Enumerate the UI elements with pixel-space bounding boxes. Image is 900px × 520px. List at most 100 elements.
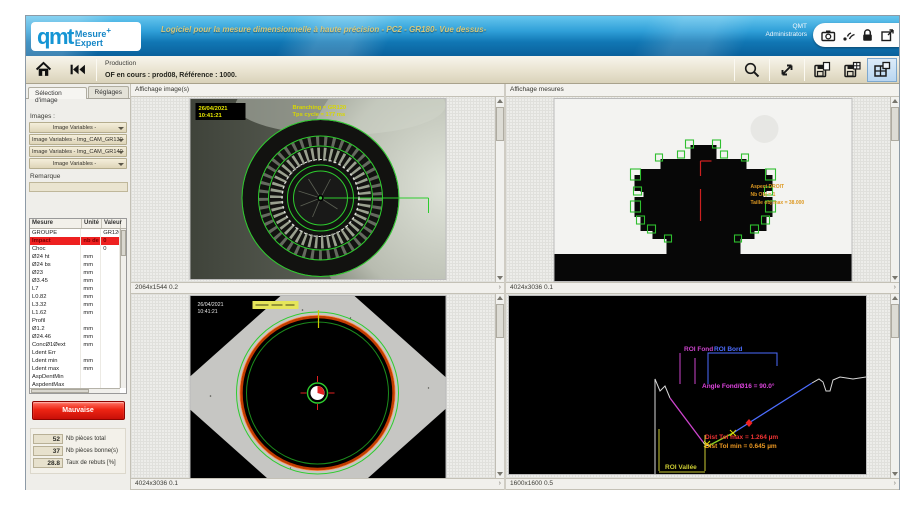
table-row[interactable]: Ldent Err — [30, 349, 120, 357]
left-sidebar: Sélection d'imageRéglages Images : Image… — [26, 84, 131, 490]
scroll-right-icon[interactable]: › — [499, 480, 501, 487]
lock-icon[interactable] — [860, 28, 875, 43]
chevron-down-icon — [118, 151, 124, 154]
table-row[interactable]: L1.62 mm — [30, 309, 120, 317]
scroll-right-icon[interactable]: › — [894, 284, 896, 291]
table-row[interactable]: L7 mm — [30, 285, 120, 293]
scroll-right-icon[interactable]: › — [894, 480, 896, 487]
measure-unit: nb de — [81, 237, 101, 245]
save-image-button[interactable] — [837, 58, 867, 82]
table-row[interactable]: Ldent min mm — [30, 357, 120, 365]
stat-value: 37 — [33, 446, 63, 456]
sidebar-tab[interactable]: Réglages — [88, 86, 129, 98]
scroll-down-icon[interactable] — [892, 276, 898, 280]
table-row[interactable]: Impact nb de 0 — [30, 237, 120, 245]
image-variable-select[interactable]: Image Variables - Img_CAM_GR140 — [29, 146, 127, 157]
viewer-vertical-scrollbar[interactable] — [495, 97, 504, 282]
scroll-up-icon[interactable] — [892, 99, 898, 103]
measure-value — [101, 309, 120, 317]
table-row[interactable]: Ldent max mm — [30, 365, 120, 373]
table-row[interactable]: GROUPE GR120 — [30, 229, 120, 237]
measure-name: Profil — [30, 317, 81, 325]
viewer-vertical-scrollbar[interactable] — [890, 294, 899, 479]
camera-viewer-top[interactable]: 26/04/2021 10:41:21 Branching = GR120 Tp… — [131, 97, 504, 282]
table-row[interactable]: Ø23 mm — [30, 269, 120, 277]
chevron-down-icon — [118, 127, 124, 130]
scroll-up-icon[interactable] — [497, 99, 503, 103]
table-vertical-scrollbar[interactable] — [120, 229, 126, 388]
scroll-down-icon[interactable] — [892, 472, 898, 476]
image-variable-select[interactable]: Image Variables - Img_CAM_GR130 — [29, 134, 127, 145]
scrollbar-thumb[interactable] — [496, 304, 504, 338]
status-bar-cam-bottom: 4024x3036 0.1 › — [131, 478, 504, 490]
toolbar-separator — [804, 59, 805, 81]
of-status-label: OF en cours : prod08, Référence : 1000. — [105, 71, 237, 81]
col-valeur[interactable]: Valeur — [102, 219, 121, 228]
timestamp-time: 10:41:21 — [197, 309, 217, 315]
scroll-right-icon[interactable]: › — [499, 284, 501, 291]
table-horizontal-scrollbar[interactable] — [30, 388, 120, 393]
scrollbar-thumb[interactable] — [31, 389, 89, 393]
table-row[interactable]: Ø1.2 mm — [30, 325, 120, 333]
scrollbar-thumb[interactable] — [496, 107, 504, 141]
scroll-down-icon[interactable] — [497, 472, 503, 476]
measure-unit: mm — [81, 269, 101, 277]
table-row[interactable]: Choc 0 — [30, 245, 120, 253]
overlay-branching: Branching = GR120 — [292, 105, 346, 111]
remark-input[interactable] — [29, 182, 128, 192]
camera-icon[interactable] — [821, 28, 836, 43]
home-button[interactable] — [26, 58, 60, 82]
remote-signal-icon[interactable] — [841, 28, 856, 43]
table-row[interactable]: Profil — [30, 317, 120, 325]
stat-row: 28.8 Taux de rebuts [%] — [33, 458, 123, 468]
external-window-icon[interactable] — [880, 28, 895, 43]
bad-part-button[interactable]: Mauvaise — [32, 401, 125, 420]
viewer-vertical-scrollbar[interactable] — [495, 294, 504, 479]
pan-zoom-arrows-button[interactable] — [772, 58, 802, 82]
roi-bord-label: ROI Bord — [714, 346, 743, 353]
table-row[interactable]: Ø24 bs mm — [30, 261, 120, 269]
measure-name: Ø1.2 — [30, 325, 81, 333]
table-row[interactable]: Ø24.46 mm — [30, 333, 120, 341]
multi-view-layout-button[interactable] — [867, 58, 897, 82]
table-row[interactable]: L3.32 mm — [30, 301, 120, 309]
table-row[interactable]: Ø3.45 mm — [30, 277, 120, 285]
angle-annotation: Angle Fond/Ø16 = 90.0° — [702, 382, 775, 390]
col-unite[interactable]: Unité — [82, 219, 102, 228]
production-status: Production OF en cours : prod08, Référen… — [105, 59, 237, 81]
camera-viewer-bottom[interactable]: 26/04/2021 10:41:21 — [131, 294, 504, 479]
measure-unit: mm — [81, 285, 101, 293]
stat-label: Nb pièces bonne(s) — [66, 448, 118, 454]
status-bar-measure-top: 4024x3036 0.1 › — [506, 282, 899, 294]
scrollbar-thumb[interactable] — [121, 230, 126, 256]
image-variable-list: Image Variables - Image Variables - Img_… — [26, 122, 130, 169]
save-report-button[interactable] — [807, 58, 837, 82]
measures-table-body: GROUPE GR120 Impact nb de 0 Choc — [30, 229, 120, 388]
stat-label: Nb pièces total — [66, 436, 106, 442]
image-variable-select[interactable]: Image Variables - — [29, 122, 127, 133]
search-button[interactable] — [737, 58, 767, 82]
dist-tol-min: Dist Tol min = 0.645 µm — [705, 443, 777, 450]
image-variable-select[interactable]: Image Variables - — [29, 158, 127, 169]
table-row[interactable]: ConcØ1Øext mm — [30, 341, 120, 349]
sidebar-tab[interactable]: Sélection d'image — [28, 87, 87, 99]
scroll-down-icon[interactable] — [497, 276, 503, 280]
viewer-vertical-scrollbar[interactable] — [890, 97, 899, 282]
col-mesure[interactable]: Mesure — [30, 219, 82, 228]
scrollbar-thumb[interactable] — [891, 304, 899, 338]
measure-name: L3.32 — [30, 301, 81, 309]
table-row[interactable]: Ø24 ht mm — [30, 253, 120, 261]
images-label: Images : — [30, 113, 126, 120]
measure-viewer-top[interactable]: Aspect DROIT Nb Obj = 1 Taille obj max =… — [506, 97, 899, 282]
table-row[interactable]: AspDentMin — [30, 373, 120, 381]
table-row[interactable]: L0.82 mm — [30, 293, 120, 301]
measure-unit: mm — [81, 277, 101, 285]
scrollbar-thumb[interactable] — [891, 107, 899, 141]
measure-name: AspDentMin — [30, 373, 81, 381]
measure-name: Impact — [30, 237, 81, 245]
scroll-up-icon[interactable] — [497, 296, 503, 300]
scroll-up-icon[interactable] — [892, 296, 898, 300]
skip-to-start-button[interactable] — [60, 58, 94, 82]
table-row[interactable]: AspdentMax — [30, 381, 120, 388]
measure-viewer-bottom[interactable]: ROI Fond ROI Bord Angle Fond/Ø16 = 90.0°… — [506, 294, 899, 479]
